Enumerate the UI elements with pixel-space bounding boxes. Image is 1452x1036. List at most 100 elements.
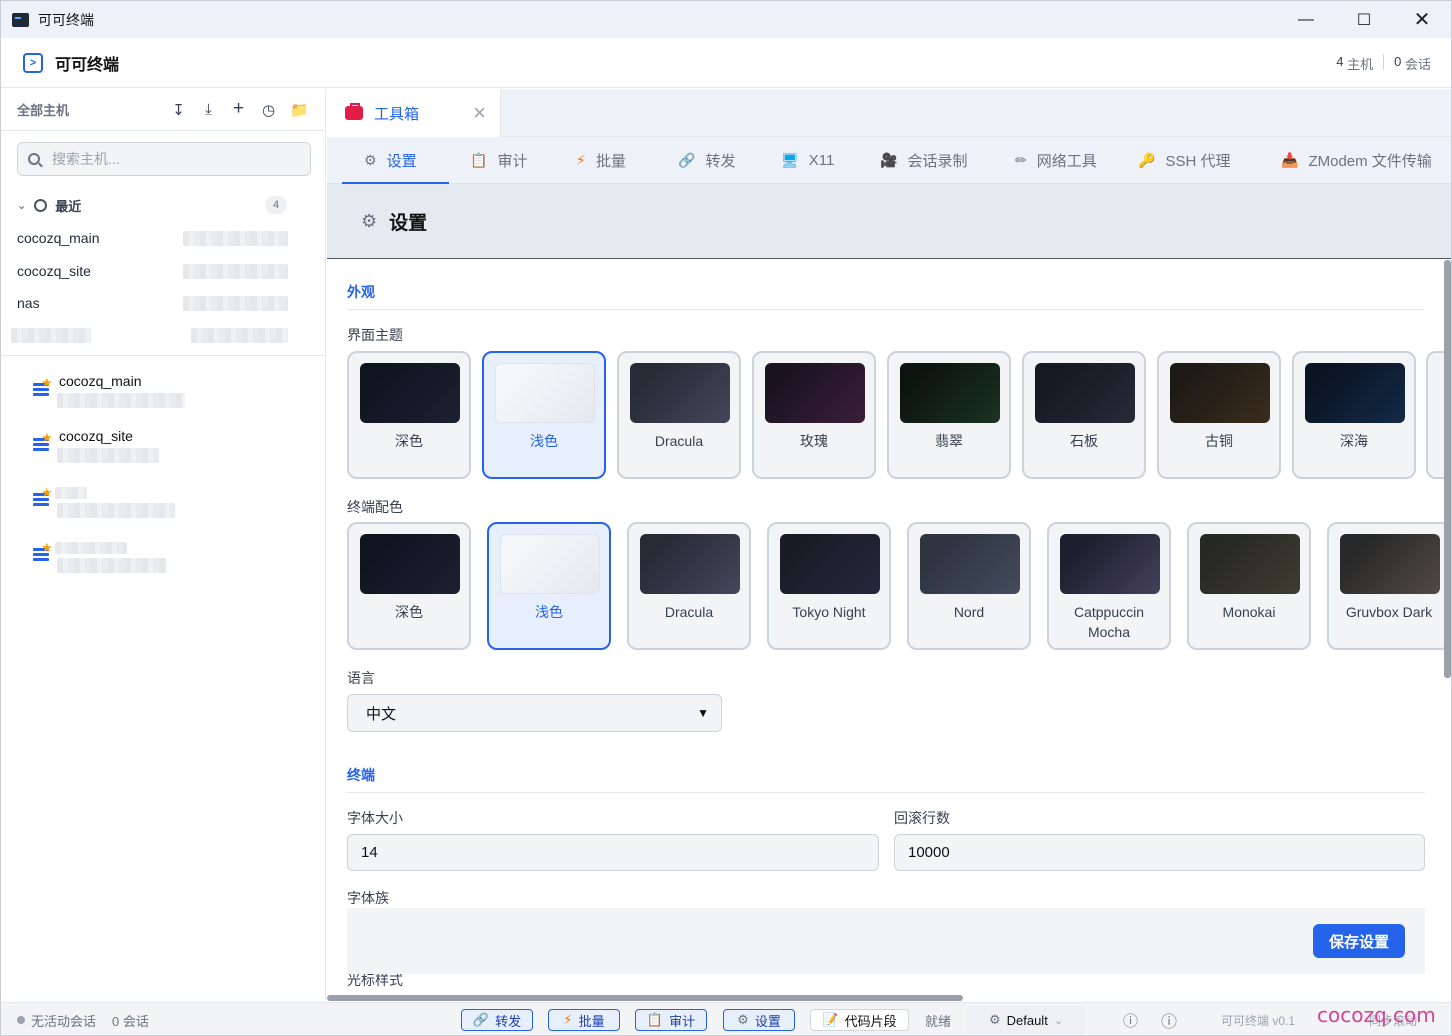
subtab-forward[interactable]: 🔗 转发 bbox=[678, 137, 735, 183]
hosts-label: 主机 bbox=[1347, 57, 1374, 72]
minimize-button[interactable]: — bbox=[1277, 1, 1335, 38]
clock-icon bbox=[34, 198, 48, 212]
subtab-network[interactable]: ✏ 网络工具 bbox=[1015, 137, 1097, 183]
tab-toolbox[interactable]: 工具箱 × bbox=[327, 89, 501, 137]
history-icon[interactable]: ◷ bbox=[260, 101, 277, 119]
term-color-card[interactable]: Catppuccin Mocha bbox=[1047, 522, 1171, 650]
recent-item-name: nas bbox=[17, 295, 40, 311]
button-label: 设置 bbox=[754, 1013, 781, 1029]
add-host-icon[interactable]: + bbox=[230, 99, 247, 119]
ui-theme-card[interactable]: 玫瑰 bbox=[752, 351, 876, 479]
recent-item[interactable]: cocozq_main bbox=[17, 228, 292, 248]
search-placeholder: 搜索主机... bbox=[52, 151, 120, 167]
alert-icon[interactable]: ⓘ bbox=[1161, 1003, 1177, 1035]
terminal-logo-icon: > bbox=[23, 52, 43, 73]
ui-theme-swatch bbox=[360, 363, 460, 423]
subtab-batch[interactable]: ⚡ 批量 bbox=[576, 137, 626, 183]
host-favorite-icon: ★ bbox=[33, 375, 53, 397]
lightning-icon: ⚡ bbox=[563, 1012, 573, 1027]
subtab-zmodem[interactable]: 📥 ZModem 文件传输 bbox=[1281, 137, 1432, 183]
vertical-scrollbar[interactable] bbox=[1444, 260, 1451, 678]
font-size-input[interactable]: 14 bbox=[347, 834, 879, 871]
term-color-card[interactable]: Tokyo Night bbox=[767, 522, 891, 650]
ui-theme-card[interactable]: 深海 bbox=[1292, 351, 1416, 479]
close-window-button[interactable]: ✕ bbox=[1393, 1, 1451, 38]
key-icon: 🔑 bbox=[1138, 151, 1156, 168]
host-item[interactable]: ★ bbox=[33, 483, 293, 527]
ui-theme-card[interactable]: Dracula bbox=[617, 351, 741, 479]
session-count-text: 0 会话 bbox=[112, 1013, 149, 1029]
profile-label: Default bbox=[1006, 1012, 1048, 1028]
import-icon[interactable]: ↧ bbox=[170, 101, 187, 119]
gear-icon: ⚙ bbox=[361, 210, 378, 231]
clipboard-icon: 📋 bbox=[470, 151, 488, 168]
gear-icon: ⚙ bbox=[737, 1012, 749, 1027]
term-color-card[interactable]: Nord bbox=[907, 522, 1031, 650]
status-forward-button[interactable]: 🔗 转发 bbox=[461, 1009, 533, 1031]
lightning-icon: ⚡ bbox=[576, 151, 586, 168]
term-color-card[interactable]: Dracula bbox=[627, 522, 751, 650]
close-tab-icon[interactable]: × bbox=[473, 100, 486, 126]
subtab-label: SSH 代理 bbox=[1165, 152, 1231, 170]
save-settings-button[interactable]: 保存设置 bbox=[1313, 924, 1405, 958]
ui-theme-card[interactable]: 古铜 bbox=[1157, 351, 1281, 479]
ui-theme-name: 石板 bbox=[1070, 433, 1098, 449]
terminal-app-icon bbox=[12, 12, 29, 27]
ui-theme-name: 浅色 bbox=[530, 433, 558, 449]
recent-group-header[interactable]: ⌄ 最近 4 bbox=[17, 193, 287, 217]
font-size-label: 字体大小 bbox=[347, 810, 403, 826]
info-icon[interactable]: ⓘ bbox=[1123, 1003, 1138, 1035]
subtab-x11[interactable]: 🖥 X11 bbox=[781, 137, 834, 183]
recent-item[interactable]: cocozq_site bbox=[17, 261, 292, 281]
host-item[interactable]: ★ cocozq_site bbox=[33, 428, 293, 472]
term-color-card[interactable]: 深色 bbox=[347, 522, 471, 650]
ui-theme-swatch bbox=[1035, 363, 1135, 423]
host-favorite-icon: ★ bbox=[33, 540, 53, 562]
recent-label: 最近 bbox=[55, 198, 82, 214]
status-settings-button[interactable]: ⚙ 设置 bbox=[723, 1009, 795, 1031]
chevron-down-icon: ▼ bbox=[697, 706, 709, 720]
settings-content: 外观 界面主题 深色 浅色 Dracula 玫瑰 翡翠 石板 古铜 深海 终端配色 深色 浅色 D… bbox=[327, 260, 1451, 1002]
horizontal-scrollbar[interactable] bbox=[327, 995, 963, 1001]
ui-theme-card[interactable]: 石板 bbox=[1022, 351, 1146, 479]
maximize-button[interactable]: ☐ bbox=[1335, 1, 1393, 38]
language-select[interactable]: 中文 ▼ bbox=[347, 694, 722, 732]
sidebar: 全部主机 ↧ ⤓ + ◷ 📁 搜索主机... ⌄ 最近 4 cocozq_mai… bbox=[1, 89, 326, 1002]
status-snippets-button[interactable]: 📝 代码片段 bbox=[810, 1009, 909, 1031]
term-color-card[interactable]: Monokai bbox=[1187, 522, 1311, 650]
term-color-card[interactable]: 浅色 bbox=[487, 522, 611, 650]
host-item[interactable]: ★ cocozq_main bbox=[33, 373, 293, 417]
subtab-audit[interactable]: 📋 审计 bbox=[470, 137, 527, 183]
term-color-swatch bbox=[780, 534, 880, 594]
ui-theme-card[interactable]: 翡翠 bbox=[887, 351, 1011, 479]
app-window: 可可终端 — ☐ ✕ > 可可终端 4 主机 0 会话 全部主机 ↧ ⤓ + ◷… bbox=[0, 0, 1452, 1036]
recent-item[interactable] bbox=[11, 325, 292, 345]
scrollback-input[interactable]: 10000 bbox=[894, 834, 1425, 871]
folder-icon[interactable]: 📁 bbox=[290, 101, 309, 119]
subtab-settings[interactable]: ⚙ 设置 bbox=[342, 137, 448, 184]
status-bar: 无活动会话 0 会话 🔗 转发 ⚡ 批量 📋 审计 ⚙ 设置 📝 代码片段 就绪 ⚙ Defa… bbox=[1, 1002, 1451, 1035]
subtab-recording[interactable]: 🎥 会话录制 bbox=[880, 137, 967, 183]
ui-theme-card[interactable]: 深色 bbox=[347, 351, 471, 479]
subtab-ssh-agent[interactable]: 🔑 SSH 代理 bbox=[1138, 137, 1230, 183]
app-header: > 可可终端 4 主机 0 会话 bbox=[1, 38, 1451, 88]
header-stats: 4 主机 0 会话 bbox=[1336, 54, 1431, 73]
recent-item[interactable]: nas bbox=[17, 293, 292, 313]
ui-theme-name: 深色 bbox=[395, 433, 423, 449]
font-size-value: 14 bbox=[361, 844, 378, 861]
download-icon[interactable]: ⤓ bbox=[200, 101, 217, 119]
term-color-name: Dracula bbox=[664, 604, 714, 620]
host-item[interactable]: ★ bbox=[33, 538, 293, 582]
subtab-label: 批量 bbox=[595, 152, 626, 170]
term-color-card[interactable]: Gruvbox Dark bbox=[1327, 522, 1451, 650]
ui-theme-swatch bbox=[630, 363, 730, 423]
term-color-name: 浅色 bbox=[535, 604, 563, 620]
status-audit-button[interactable]: 📋 审计 bbox=[635, 1009, 707, 1031]
clipboard-icon: 📋 bbox=[646, 1012, 664, 1027]
ui-theme-card[interactable]: 浅色 bbox=[482, 351, 606, 479]
document-icon: 📝 bbox=[822, 1012, 839, 1027]
status-batch-button[interactable]: ⚡ 批量 bbox=[548, 1009, 620, 1031]
search-input[interactable]: 搜索主机... bbox=[17, 142, 311, 176]
profile-select[interactable]: ⚙ Default ⌄ bbox=[967, 1006, 1085, 1034]
term-colors-label: 终端配色 bbox=[347, 499, 403, 515]
